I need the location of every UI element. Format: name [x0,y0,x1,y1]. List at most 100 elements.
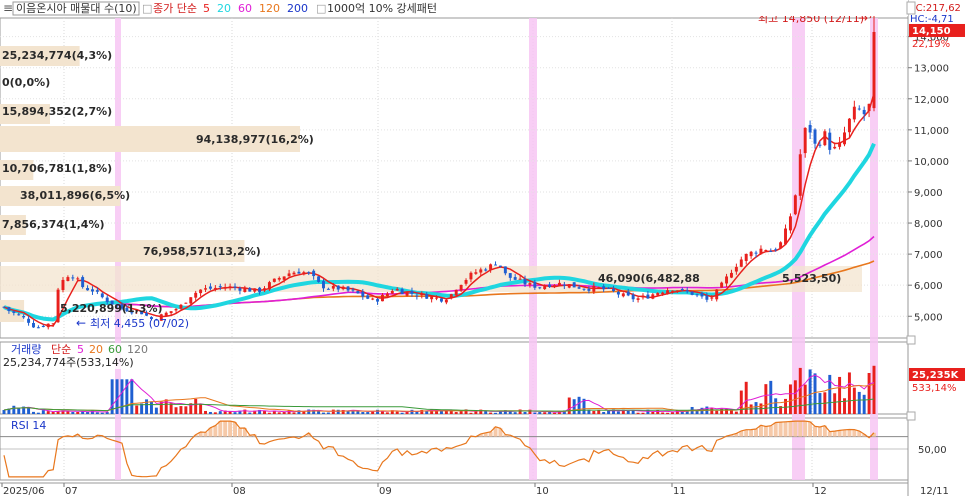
ma-period-60[interactable]: 60 [238,2,252,15]
volume-bar[interactable] [287,410,291,414]
volume-bar[interactable] [149,401,153,414]
checkbox-icon[interactable]: □ [316,2,326,15]
volume-bar[interactable] [331,409,335,414]
volume-bar[interactable] [277,412,281,414]
volume-bar[interactable] [607,410,611,414]
volume-bar[interactable] [671,412,674,414]
volume-bar[interactable] [243,409,247,414]
volume-bar[interactable] [307,409,311,414]
volume-bar[interactable] [641,412,645,414]
volume-bar[interactable] [454,412,458,414]
panel-toggle-icon[interactable] [906,411,916,421]
volume-bar[interactable] [788,384,792,414]
panel-toggle-icon[interactable] [906,335,916,345]
volume-bar[interactable] [41,410,45,414]
volume-bar[interactable] [715,410,719,414]
menu-icon[interactable]: ≡ [3,1,13,15]
volume-bar[interactable] [317,411,321,414]
volume-bar[interactable] [553,412,556,414]
volume-bar[interactable] [267,412,271,414]
volume-bar[interactable] [754,402,758,414]
volume-bar[interactable] [523,412,527,414]
volume-bar[interactable] [774,398,778,414]
volume-bar[interactable] [764,384,768,414]
volume-bar[interactable] [494,412,497,414]
candle[interactable] [272,278,276,283]
candle[interactable] [793,194,797,216]
candle[interactable] [81,275,85,289]
volume-bar[interactable] [130,379,134,414]
volume-bar[interactable] [12,405,16,414]
volume-bar[interactable] [395,411,399,414]
volume-bar[interactable] [36,412,40,414]
volume-bar[interactable] [739,390,743,414]
volume-bar[interactable] [459,411,463,414]
volume-bar[interactable] [32,411,35,414]
volume-bar[interactable] [376,409,380,414]
volume-bar[interactable] [513,412,517,414]
volume-bar[interactable] [115,379,119,414]
volume-bar[interactable] [51,412,55,414]
volume-bar[interactable] [592,410,596,414]
volume-bar[interactable] [233,412,237,414]
volume-bar[interactable] [577,396,581,414]
volume-bar[interactable] [76,411,80,414]
volume-bar[interactable] [159,401,163,414]
panel-toggle-icon[interactable] [906,1,916,15]
volume-bar[interactable] [322,412,325,414]
volume-bar[interactable] [248,412,252,414]
volume-bar[interactable] [734,411,738,414]
volume-bar[interactable] [95,412,99,414]
stock-chart[interactable]: 14,00013,00012,00011,00010,0009,0008,000… [0,0,966,496]
volume-bar[interactable] [847,372,851,414]
volume-bar[interactable] [489,412,493,414]
volume-bar[interactable] [616,411,620,414]
volume-bar[interactable] [194,398,198,414]
volume-bar[interactable] [282,411,286,414]
volume-bar[interactable] [179,406,183,414]
volume-bar[interactable] [184,406,188,414]
volume-bar[interactable] [17,408,21,414]
volume-bar[interactable] [469,412,473,414]
volume-bar[interactable] [808,369,812,414]
volume-bar[interactable] [543,412,547,414]
volume-bar[interactable] [518,409,522,414]
volume-bar[interactable] [538,412,542,414]
volume-ma-5[interactable]: 5 [77,343,84,356]
volume-ma-120[interactable]: 120 [127,343,148,356]
ma-period-5[interactable]: 5 [203,2,210,15]
volume-bar[interactable] [366,412,370,414]
candle[interactable] [572,282,576,288]
volume-bar[interactable] [803,384,807,414]
volume-bar[interactable] [204,410,207,414]
volume-bar[interactable] [769,380,773,414]
volume-bar[interactable] [2,410,6,414]
volume-bar[interactable] [872,365,876,414]
volume-bar[interactable] [798,367,802,414]
volume-bar[interactable] [385,412,389,414]
volume-bar[interactable] [838,376,842,414]
volume-bar[interactable] [833,393,837,414]
volume-bar[interactable] [100,412,104,414]
volume-bar[interactable] [793,380,797,414]
volume-bar[interactable] [857,391,861,414]
volume-bar[interactable] [661,412,665,414]
volume-bar[interactable] [626,410,630,414]
volume-ma-20[interactable]: 20 [89,343,103,356]
candle[interactable] [317,276,321,283]
volume-ma-60[interactable]: 60 [108,343,122,356]
volume-bar[interactable] [867,372,871,414]
volume-bar[interactable] [410,409,414,414]
volume-bar[interactable] [636,412,640,414]
volume-bar[interactable] [862,394,866,414]
volume-bar[interactable] [199,404,203,414]
volume-bar[interactable] [361,412,365,414]
volume-bar[interactable] [567,397,571,414]
candle[interactable] [823,129,827,147]
volume-bar[interactable] [356,411,360,414]
volume-bar[interactable] [120,379,124,414]
volume-bar[interactable] [602,411,606,414]
checkbox-icon[interactable]: □ [142,2,152,15]
volume-bar[interactable] [326,412,330,414]
volume-bar[interactable] [784,398,787,414]
